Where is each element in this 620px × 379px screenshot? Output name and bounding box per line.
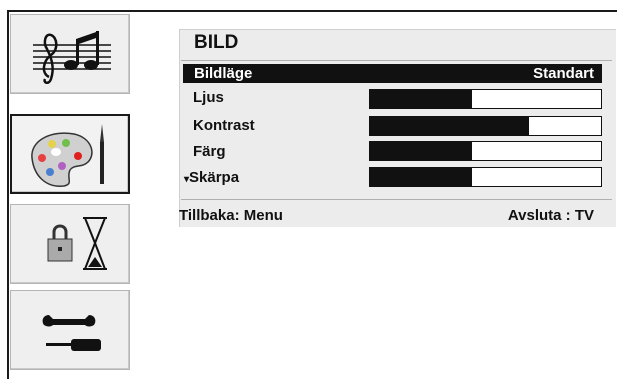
sidebar-item-picture[interactable] [10, 114, 130, 194]
brightness-slider-fill [370, 90, 472, 108]
sharpness-slider[interactable] [369, 167, 602, 187]
sidebar-item-features[interactable] [10, 204, 130, 284]
sharpness-label: Skärpa [189, 169, 240, 186]
palette-icon [31, 124, 104, 187]
sidebar-item-sound[interactable] [10, 14, 130, 94]
divider [181, 60, 612, 61]
divider [181, 199, 612, 200]
sharpness-label-row: ▾Skärpa [184, 169, 239, 186]
contrast-slider[interactable] [369, 116, 602, 136]
color-slider[interactable] [369, 141, 602, 161]
sidebar-item-installation[interactable] [10, 290, 130, 370]
back-hint: Tillbaka: Menu [179, 207, 283, 224]
menu-title: BILD [194, 32, 239, 53]
brightness-slider[interactable] [369, 89, 602, 109]
sharpness-slider-fill [370, 168, 472, 186]
picture-mode-value[interactable]: Standart [533, 65, 594, 82]
music-icon [33, 31, 111, 84]
contrast-label: Kontrast [193, 117, 255, 134]
color-label: Färg [193, 143, 226, 160]
tools-icon [42, 315, 101, 351]
brightness-label: Ljus [193, 89, 224, 106]
color-slider-fill [370, 142, 472, 160]
picture-mode-label: Bildläge [194, 65, 253, 82]
contrast-slider-fill [370, 117, 530, 135]
exit-hint: Avsluta : TV [507, 207, 594, 224]
lock-timer-icon [47, 217, 107, 270]
picture-mode-row[interactable]: Bildläge Standart [183, 64, 602, 83]
